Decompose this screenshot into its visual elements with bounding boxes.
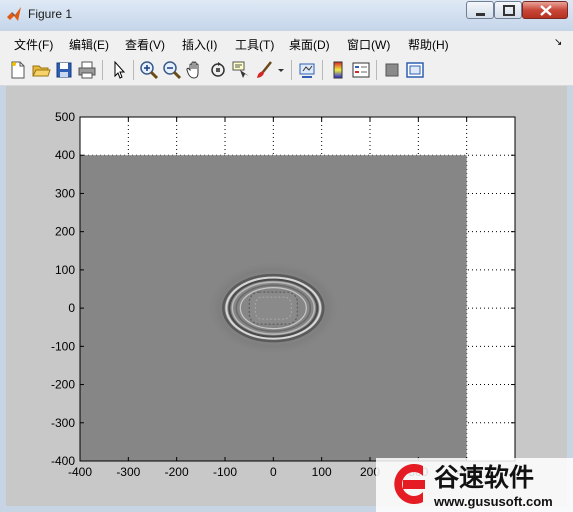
brush-dropdown-icon[interactable] xyxy=(276,60,286,80)
menu-edit[interactable]: 编辑(E) xyxy=(69,36,109,53)
y-tick-label: -400 xyxy=(51,454,75,468)
edit-plot-arrow-icon[interactable] xyxy=(109,60,129,80)
hide-plot-tools-icon[interactable] xyxy=(382,60,402,80)
matlab-logo-icon xyxy=(7,7,21,21)
toolbar-separator xyxy=(376,60,377,80)
menu-desktop[interactable]: 桌面(D) xyxy=(289,36,330,53)
watermark-brand: 谷速软件 xyxy=(434,463,534,492)
ring-pattern xyxy=(205,260,342,357)
x-tick-label: -100 xyxy=(213,465,237,479)
save-icon[interactable] xyxy=(54,60,74,80)
x-tick-label: -200 xyxy=(165,465,189,479)
zoom-out-icon[interactable] xyxy=(162,60,182,80)
insert-legend-icon[interactable] xyxy=(351,60,371,80)
watermark-url: www.gususoft.com xyxy=(433,494,553,509)
y-tick-label: -300 xyxy=(51,416,75,430)
close-icon xyxy=(540,5,552,16)
print-icon[interactable] xyxy=(77,60,97,80)
menu-insert[interactable]: 插入(I) xyxy=(182,36,217,53)
y-tick-label: 400 xyxy=(55,148,75,162)
rotate-3d-icon[interactable] xyxy=(208,60,228,80)
title-bar[interactable]: Figure 1 xyxy=(0,0,573,30)
new-figure-icon[interactable] xyxy=(8,60,28,80)
show-plot-tools-icon[interactable] xyxy=(405,60,425,80)
toolbar-separator xyxy=(102,60,103,80)
open-file-icon[interactable] xyxy=(31,60,51,80)
maximize-button[interactable] xyxy=(494,1,522,19)
y-tick-label: -100 xyxy=(51,339,75,353)
toolbar-separator xyxy=(133,60,134,80)
menu-dock-arrow[interactable]: ↘ xyxy=(554,37,562,48)
menu-help[interactable]: 帮助(H) xyxy=(408,36,449,53)
menu-bar: 文件(F) 编辑(E) 查看(V) 插入(I) 工具(T) 桌面(D) 窗口(W… xyxy=(0,31,573,55)
insert-colorbar-icon[interactable] xyxy=(328,60,348,80)
figure-window: Figure 1 文件(F) 编辑(E) 查看(V) 插入(I) 工具(T) 桌… xyxy=(0,0,573,512)
maximize-icon xyxy=(503,5,515,16)
ring-core xyxy=(248,291,298,325)
figure-toolbar xyxy=(0,55,573,86)
close-button[interactable] xyxy=(522,1,568,19)
menu-file[interactable]: 文件(F) xyxy=(14,36,53,53)
pan-hand-icon[interactable] xyxy=(185,60,205,80)
data-cursor-icon[interactable] xyxy=(231,60,251,80)
window-title: Figure 1 xyxy=(28,7,73,21)
menu-view[interactable]: 查看(V) xyxy=(125,36,165,53)
x-tick-label: 0 xyxy=(270,465,277,479)
toolbar-separator xyxy=(291,60,292,80)
y-tick-label: 300 xyxy=(55,186,75,200)
gususoft-watermark: 谷速软件 www.gususoft.com xyxy=(376,458,573,512)
x-tick-label: 100 xyxy=(312,465,332,479)
brush-icon[interactable] xyxy=(254,60,274,80)
minimize-icon xyxy=(476,13,485,16)
link-plot-icon[interactable] xyxy=(297,60,317,80)
x-tick-label: -300 xyxy=(116,465,140,479)
zoom-in-icon[interactable] xyxy=(139,60,159,80)
toolbar-separator xyxy=(322,60,323,80)
figure-canvas: -400-300-200-1000100200300400 5004003002… xyxy=(6,86,567,506)
y-tick-label: 200 xyxy=(55,225,75,239)
menu-tools[interactable]: 工具(T) xyxy=(235,36,274,53)
y-tick-label: 100 xyxy=(55,263,75,277)
menu-window[interactable]: 窗口(W) xyxy=(347,36,390,53)
y-tick-label: 0 xyxy=(68,301,75,315)
y-tick-label: -200 xyxy=(51,378,75,392)
y-tick-label: 500 xyxy=(55,110,75,124)
minimize-button[interactable] xyxy=(466,1,494,19)
plot-axes[interactable]: -400-300-200-1000100200300400 5004003002… xyxy=(6,86,567,506)
